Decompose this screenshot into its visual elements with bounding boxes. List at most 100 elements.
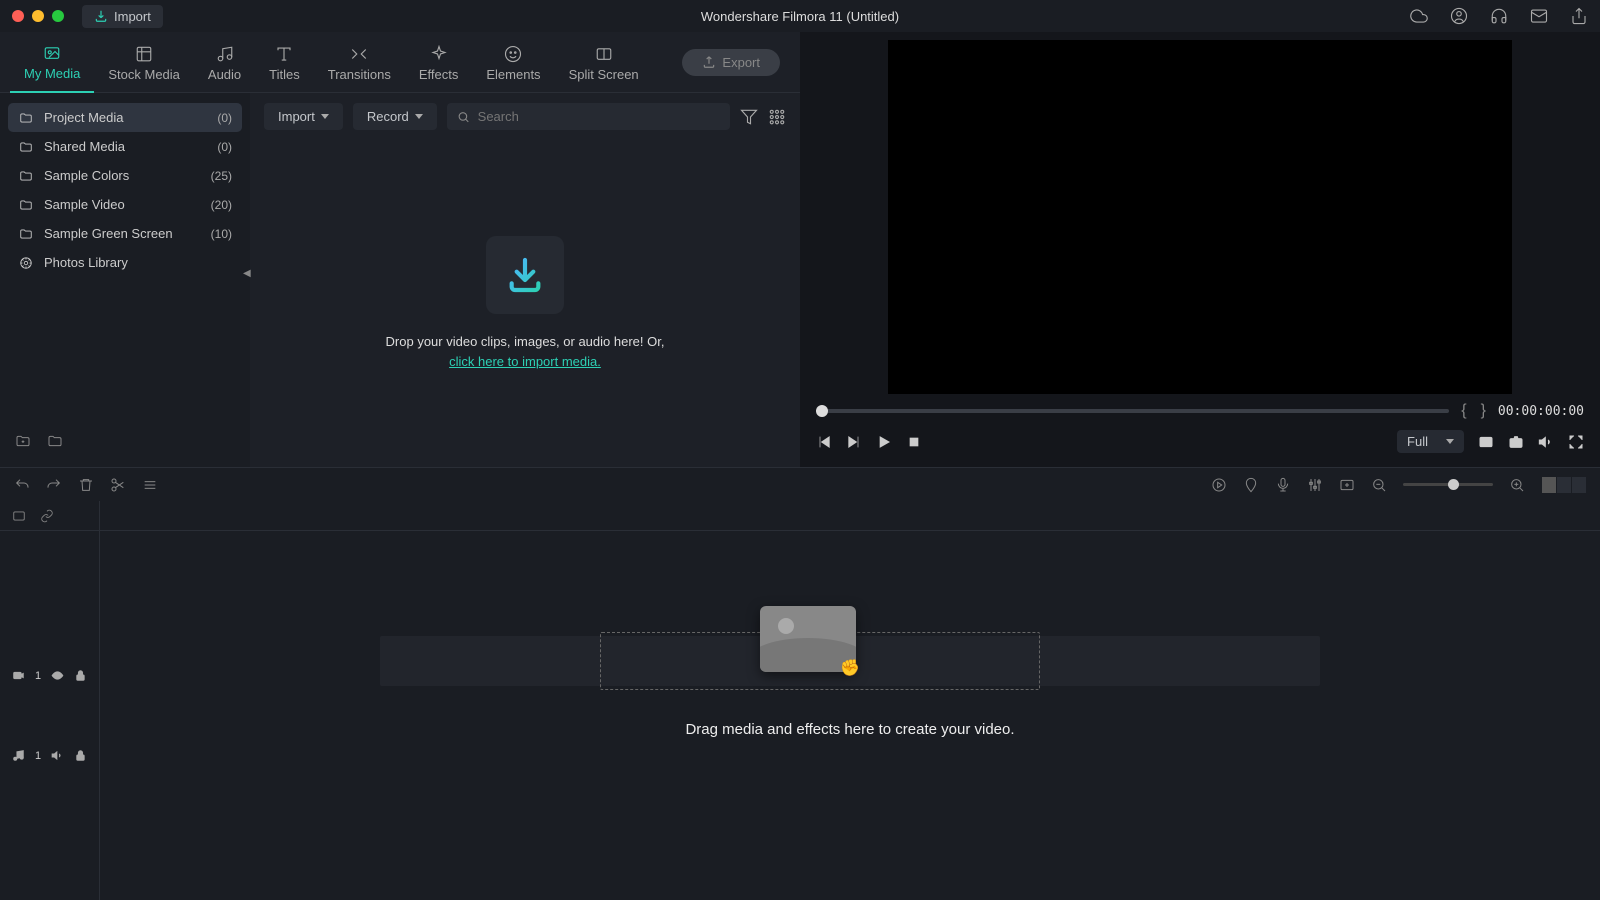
visibility-icon[interactable] — [51, 669, 64, 682]
video-preview[interactable] — [888, 40, 1512, 394]
import-dropdown[interactable]: Import — [264, 103, 343, 130]
timeline-options-icon[interactable] — [12, 509, 26, 523]
media-drop-area[interactable]: Drop your video clips, images, or audio … — [250, 140, 800, 467]
split-screen-icon — [594, 45, 614, 63]
snapshot-icon[interactable] — [1508, 434, 1524, 450]
minimize-window-button[interactable] — [32, 10, 44, 22]
cloud-icon[interactable] — [1410, 7, 1428, 25]
headphones-icon[interactable] — [1490, 7, 1508, 25]
main-tabs: My Media Stock Media Audio Titles Transi… — [0, 32, 800, 93]
play-button[interactable] — [876, 434, 892, 450]
app-title: Wondershare Filmora 11 (Untitled) — [701, 9, 899, 24]
export-button[interactable]: Export — [682, 49, 780, 76]
voiceover-icon[interactable] — [1275, 477, 1291, 493]
undo-button[interactable] — [14, 477, 30, 493]
split-button[interactable] — [110, 477, 126, 493]
tab-stock-media[interactable]: Stock Media — [94, 41, 194, 92]
mark-in-button[interactable]: { — [1459, 402, 1468, 420]
fullscreen-icon[interactable] — [1568, 434, 1584, 450]
grid-view-icon[interactable] — [768, 108, 786, 126]
share-icon[interactable] — [1570, 7, 1588, 25]
import-media-link[interactable]: click here to import media. — [449, 354, 601, 369]
audio-mixer-icon[interactable] — [1307, 477, 1323, 493]
track-headers: 1 1 — [0, 501, 100, 900]
video-track-header[interactable]: 1 — [0, 636, 99, 716]
tab-effects[interactable]: Effects — [405, 41, 473, 92]
zoom-slider[interactable] — [1403, 483, 1493, 486]
tab-label: My Media — [24, 66, 80, 81]
edit-tools-icon[interactable] — [142, 477, 158, 493]
delete-button[interactable] — [78, 477, 94, 493]
redo-button[interactable] — [46, 477, 62, 493]
zoom-in-button[interactable] — [1509, 477, 1525, 493]
sidebar-count: (25) — [211, 169, 232, 183]
lock-icon[interactable] — [74, 669, 87, 682]
marker-icon[interactable] — [1243, 477, 1259, 493]
search-input[interactable] — [478, 109, 720, 124]
timeline-view-toggle[interactable] — [1541, 477, 1586, 493]
tab-label: Titles — [269, 67, 300, 82]
next-frame-button[interactable] — [846, 434, 862, 450]
tab-audio[interactable]: Audio — [194, 41, 255, 92]
record-dropdown[interactable]: Record — [353, 103, 437, 130]
audio-icon — [215, 45, 235, 63]
link-tracks-icon[interactable] — [40, 509, 54, 523]
timecode-display: 00:00:00:00 — [1498, 404, 1584, 419]
export-icon — [702, 55, 716, 69]
tab-split-screen[interactable]: Split Screen — [555, 41, 653, 92]
zoom-thumb[interactable] — [1448, 479, 1459, 490]
search-icon — [457, 110, 470, 124]
elements-icon — [503, 45, 523, 63]
audio-track-number: 1 — [35, 750, 41, 762]
render-preview-icon[interactable] — [1478, 434, 1494, 450]
sidebar-label: Photos Library — [44, 255, 128, 270]
titlebar: Import Wondershare Filmora 11 (Untitled) — [0, 0, 1600, 32]
tab-titles[interactable]: Titles — [255, 41, 314, 92]
mute-icon[interactable] — [51, 749, 64, 762]
filter-icon[interactable] — [740, 108, 758, 126]
mail-icon[interactable] — [1530, 7, 1548, 25]
drop-line1: Drop your video clips, images, or audio … — [386, 334, 665, 349]
titlebar-import-button[interactable]: Import — [82, 5, 163, 28]
effects-icon — [429, 45, 449, 63]
zoom-out-button[interactable] — [1371, 477, 1387, 493]
add-folder-icon[interactable] — [14, 433, 32, 449]
search-box[interactable] — [447, 103, 730, 130]
render-icon[interactable] — [1211, 477, 1227, 493]
mark-out-button[interactable]: } — [1479, 402, 1488, 420]
scrubber-thumb[interactable] — [816, 405, 828, 417]
stop-button[interactable] — [906, 434, 922, 450]
prev-frame-button[interactable] — [816, 434, 832, 450]
video-track-lane[interactable]: ✊ — [100, 636, 1600, 686]
preview-scrubber[interactable] — [816, 409, 1449, 413]
new-folder-icon[interactable] — [46, 433, 64, 449]
photos-icon — [18, 256, 34, 270]
download-icon — [505, 255, 545, 295]
sidebar-count: (20) — [211, 198, 232, 212]
sidebar-item-sample-colors[interactable]: Sample Colors (25) — [8, 161, 242, 190]
drop-icon-box — [486, 236, 564, 314]
sidebar-item-shared-media[interactable]: Shared Media (0) — [8, 132, 242, 161]
titlebar-import-label: Import — [114, 9, 151, 24]
volume-icon[interactable] — [1538, 434, 1554, 450]
maximize-window-button[interactable] — [52, 10, 64, 22]
lock-icon[interactable] — [74, 749, 87, 762]
sidebar-item-sample-video[interactable]: Sample Video (20) — [8, 190, 242, 219]
folder-icon — [18, 198, 34, 212]
sidebar-item-project-media[interactable]: Project Media (0) — [8, 103, 242, 132]
sidebar-item-photos-library[interactable]: Photos Library — [8, 248, 242, 277]
account-icon[interactable] — [1450, 7, 1468, 25]
tab-label: Effects — [419, 67, 459, 82]
tab-transitions[interactable]: Transitions — [314, 41, 405, 92]
close-window-button[interactable] — [12, 10, 24, 22]
collapse-sidebar-button[interactable]: ◀ — [243, 268, 251, 279]
audio-track-icon — [12, 749, 25, 762]
preview-quality-select[interactable]: Full — [1397, 430, 1464, 453]
tab-elements[interactable]: Elements — [472, 41, 554, 92]
timeline-ruler[interactable] — [100, 501, 1600, 531]
add-marker-icon[interactable] — [1339, 477, 1355, 493]
tab-my-media[interactable]: My Media — [10, 40, 94, 93]
audio-track-header[interactable]: 1 — [0, 716, 99, 796]
sidebar-item-sample-green-screen[interactable]: Sample Green Screen (10) — [8, 219, 242, 248]
timeline-tracks[interactable]: ✊ Drag media and effects here to create … — [100, 501, 1600, 900]
